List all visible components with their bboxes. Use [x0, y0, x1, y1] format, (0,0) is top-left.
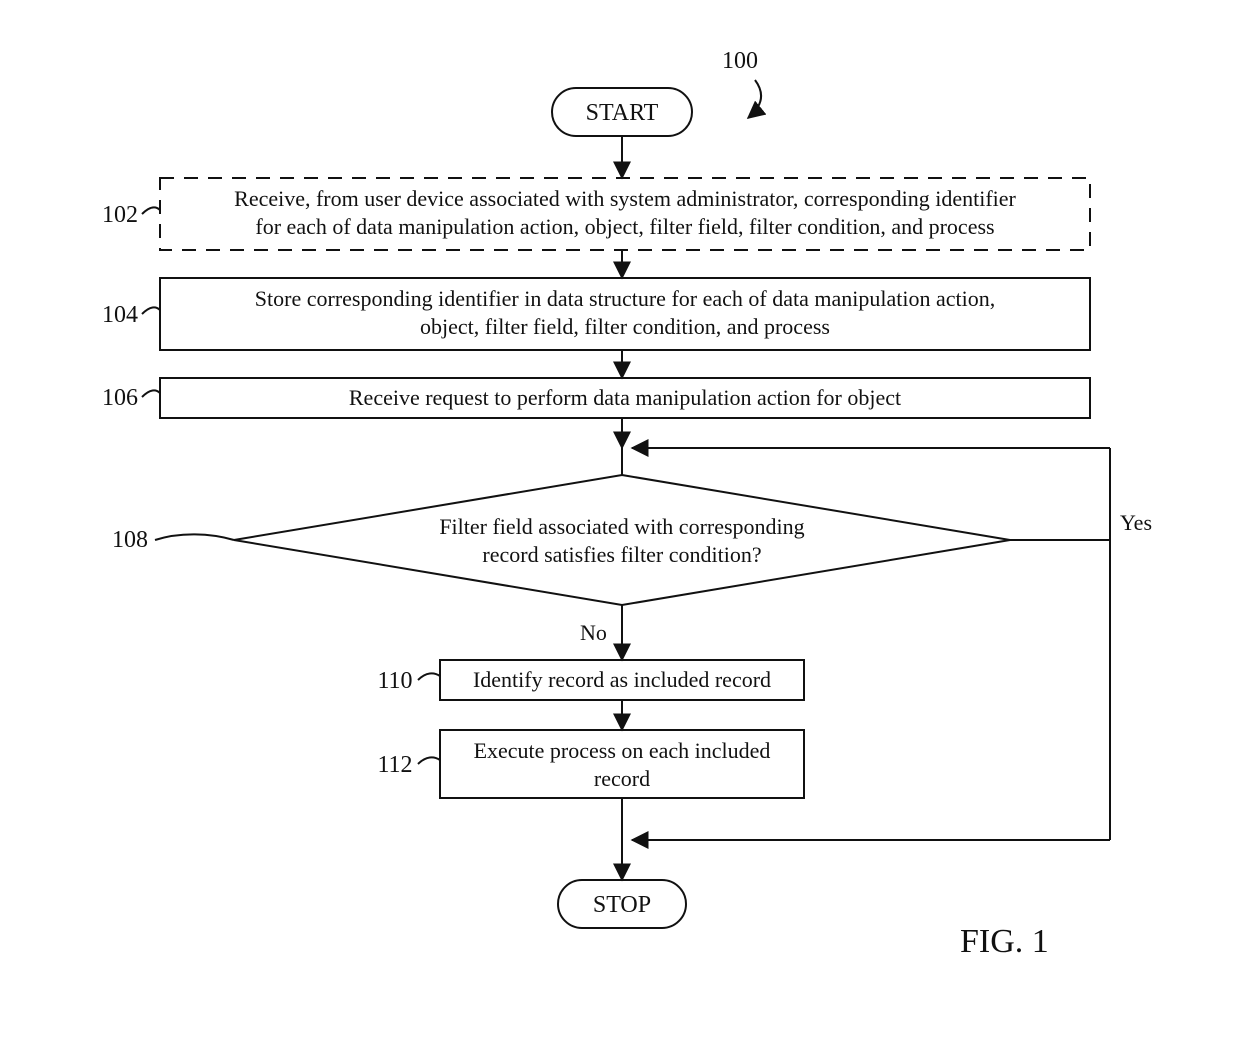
- ref-108-leader: [155, 534, 234, 540]
- ref-100-leader: [748, 80, 761, 118]
- step-110-text: Identify record as included record: [473, 667, 771, 692]
- step-112-line2: record: [594, 766, 650, 791]
- decision-108: [234, 475, 1010, 605]
- ref-112: 112: [377, 752, 412, 778]
- ref-110: 110: [377, 668, 412, 694]
- diagram-ref-100: 100: [722, 48, 758, 74]
- ref-108: 108: [112, 527, 148, 553]
- ref-106-leader: [142, 390, 160, 397]
- edge-yes-label: Yes: [1120, 510, 1152, 535]
- step-106-text: Receive request to perform data manipula…: [349, 385, 901, 410]
- step-102-line1: Receive, from user device associated wit…: [234, 186, 1016, 211]
- ref-106: 106: [102, 385, 138, 411]
- ref-112-leader: [418, 757, 440, 764]
- step-112-line1: Execute process on each included: [474, 738, 771, 763]
- figure-label: FIG. 1: [960, 923, 1049, 960]
- ref-110-leader: [418, 673, 440, 680]
- flowchart-diagram: START 100 Receive, from user device asso…: [0, 0, 1240, 1041]
- step-102-line2: for each of data manipulation action, ob…: [255, 214, 994, 239]
- ref-102-leader: [142, 207, 160, 214]
- decision-108-line1: Filter field associated with correspondi…: [439, 514, 804, 539]
- start-label: START: [586, 100, 659, 126]
- step-104-line2: object, filter field, filter condition, …: [420, 314, 830, 339]
- stop-label: STOP: [593, 892, 651, 918]
- decision-108-line2: record satisfies filter condition?: [482, 542, 761, 567]
- ref-104-leader: [142, 307, 160, 314]
- ref-104: 104: [102, 302, 138, 328]
- edge-no-label: No: [580, 620, 607, 645]
- step-104-line1: Store corresponding identifier in data s…: [255, 286, 995, 311]
- ref-102: 102: [102, 202, 138, 228]
